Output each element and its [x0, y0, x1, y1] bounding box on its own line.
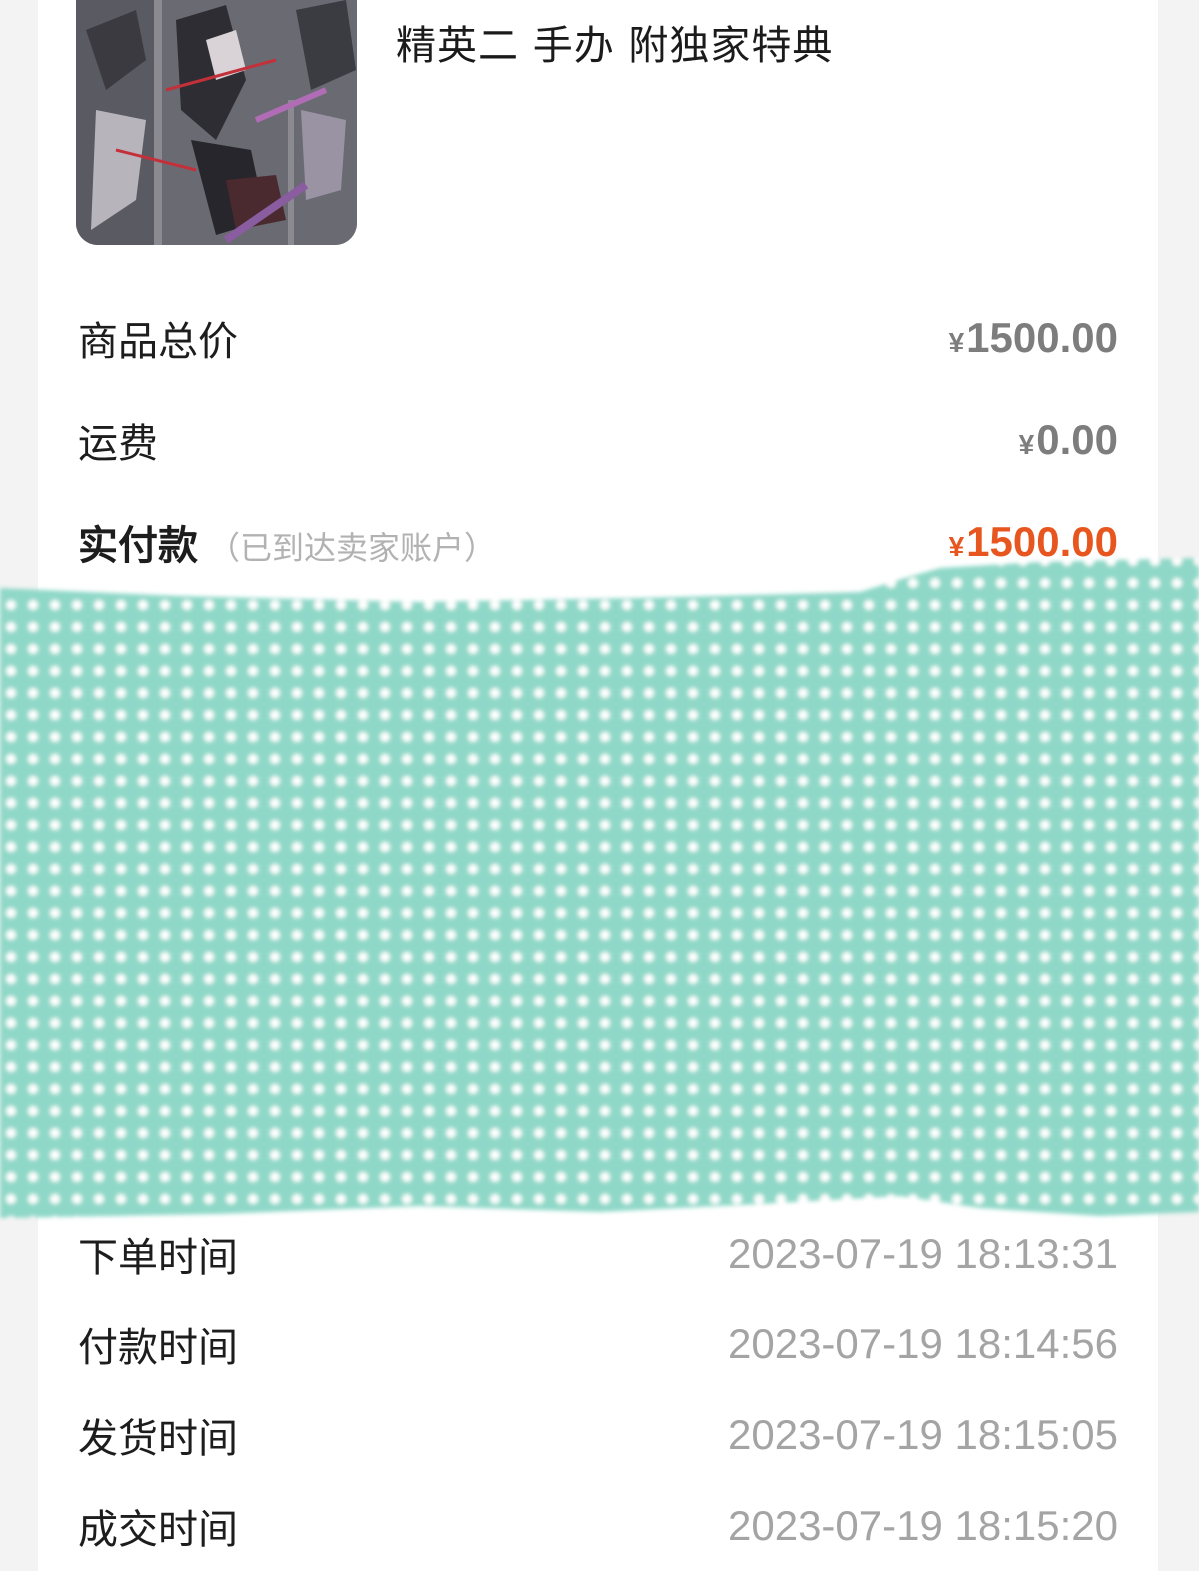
shipping-amount: 0.00 [1036, 416, 1118, 463]
timeline-label: 发货时间 [78, 1416, 238, 1462]
timeline-value: 2023-07-19 18:14:56 [728, 1320, 1118, 1367]
goods-total-row: 商品总价 ¥1500.00 [78, 306, 1118, 370]
currency-symbol: ¥ [948, 327, 965, 358]
product-title[interactable]: 精英二 手办 附独家特典 [396, 18, 833, 74]
goods-total-label: 商品总价 [78, 319, 238, 365]
timeline-value: 2023-07-19 18:15:20 [728, 1502, 1118, 1549]
goods-total-amount: 1500.00 [966, 314, 1118, 361]
timeline-label: 下单时间 [78, 1235, 238, 1281]
paid-label-group: 实付款 （已到达卖家账户） [78, 513, 496, 571]
paid-value: ¥1500.00 [949, 518, 1118, 566]
timeline-row-shipping: 发货时间 2023-07-19 18:15:05 [78, 1403, 1118, 1467]
paid-label: 实付款 [78, 523, 198, 569]
figure-product-photo-icon [76, 0, 357, 245]
timeline-label: 付款时间 [78, 1325, 238, 1371]
timeline-row-payment: 付款时间 2023-07-19 18:14:56 [78, 1312, 1118, 1376]
timeline-label: 成交时间 [78, 1507, 238, 1553]
timeline-value: 2023-07-19 18:15:05 [728, 1411, 1118, 1458]
timeline-row-deal: 成交时间 2023-07-19 18:15:20 [78, 1494, 1118, 1558]
paid-note: （已到达卖家账户） [208, 529, 497, 567]
paid-row: 实付款 （已到达卖家账户） ¥1500.00 [78, 510, 1118, 574]
shipping-row: 运费 ¥0.00 [78, 408, 1118, 472]
timeline-row-order: 下单时间 2023-07-19 18:13:31 [78, 1222, 1118, 1286]
timeline-value: 2023-07-19 18:13:31 [728, 1230, 1118, 1277]
shipping-value: ¥0.00 [1019, 416, 1118, 464]
currency-symbol: ¥ [948, 531, 965, 562]
goods-total-value: ¥1500.00 [949, 314, 1118, 362]
currency-symbol: ¥ [1018, 429, 1035, 460]
paid-amount: 1500.00 [966, 518, 1118, 565]
shipping-label: 运费 [78, 421, 158, 467]
product-image[interactable] [76, 0, 357, 245]
